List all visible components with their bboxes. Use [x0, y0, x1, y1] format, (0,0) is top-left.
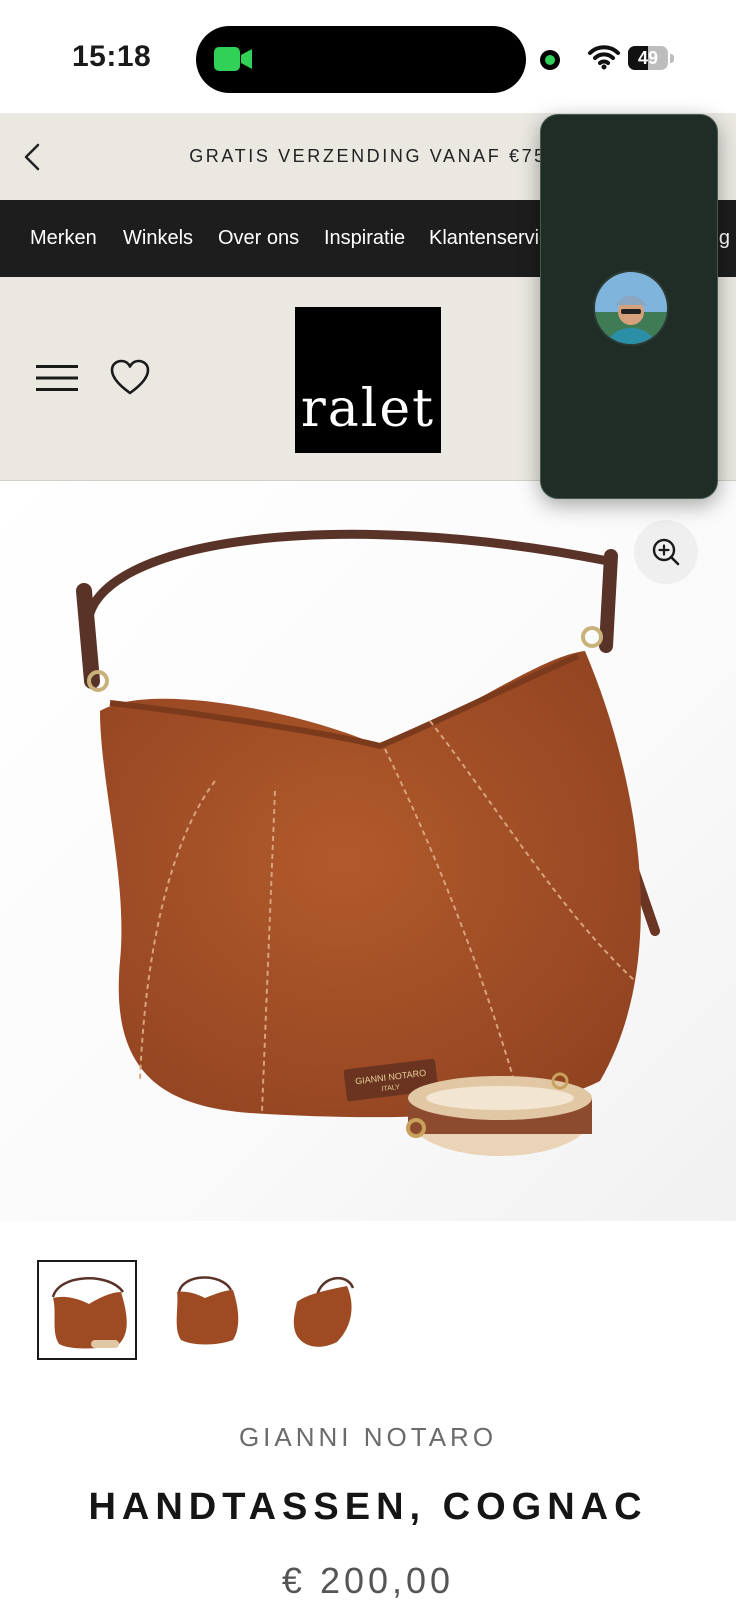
clock: 15:18: [72, 40, 152, 73]
facetime-pip-window[interactable]: [540, 114, 718, 499]
nav-item-over-ons[interactable]: Over ons: [218, 200, 299, 277]
product-price: € 200,00: [281, 1560, 455, 1601]
product-title: HANDTASSEN, COGNAC: [88, 1486, 648, 1528]
wifi-icon: [588, 45, 620, 70]
product-image[interactable]: GIANNI NOTARO ITALY: [0, 481, 736, 1221]
battery-percentage: 49: [637, 48, 659, 68]
zoom-in-icon: [652, 538, 680, 566]
dynamic-island[interactable]: [196, 26, 526, 93]
ralet-logo[interactable]: ralet: [295, 307, 441, 453]
handbag-image: GIANNI NOTARO ITALY: [0, 481, 736, 1221]
nav-item-inspiratie[interactable]: Inspiratie: [324, 200, 405, 277]
thumbnail-1[interactable]: [37, 1260, 137, 1360]
thumbnail-strip: [0, 1260, 736, 1365]
hamburger-menu-icon[interactable]: [36, 363, 78, 393]
nav-item-merken[interactable]: Merken: [30, 200, 97, 277]
thumbnail-3[interactable]: [277, 1260, 377, 1360]
thumbnail-2[interactable]: [157, 1260, 257, 1360]
video-camera-icon: [214, 47, 252, 71]
zoom-button[interactable]: [634, 520, 698, 584]
product-brand[interactable]: GIANNI NOTARO: [0, 1422, 736, 1453]
caller-avatar: [593, 270, 669, 346]
microphone-indicator-icon: [540, 50, 560, 70]
battery-tip: [670, 54, 674, 63]
chevron-left-icon[interactable]: [18, 137, 48, 177]
battery-icon: 49: [628, 46, 668, 70]
status-bar: 15:18 49: [0, 0, 736, 113]
heart-icon[interactable]: [110, 359, 150, 397]
nav-item-winkels[interactable]: Winkels: [123, 200, 193, 277]
logo-text: ralet: [300, 379, 436, 439]
